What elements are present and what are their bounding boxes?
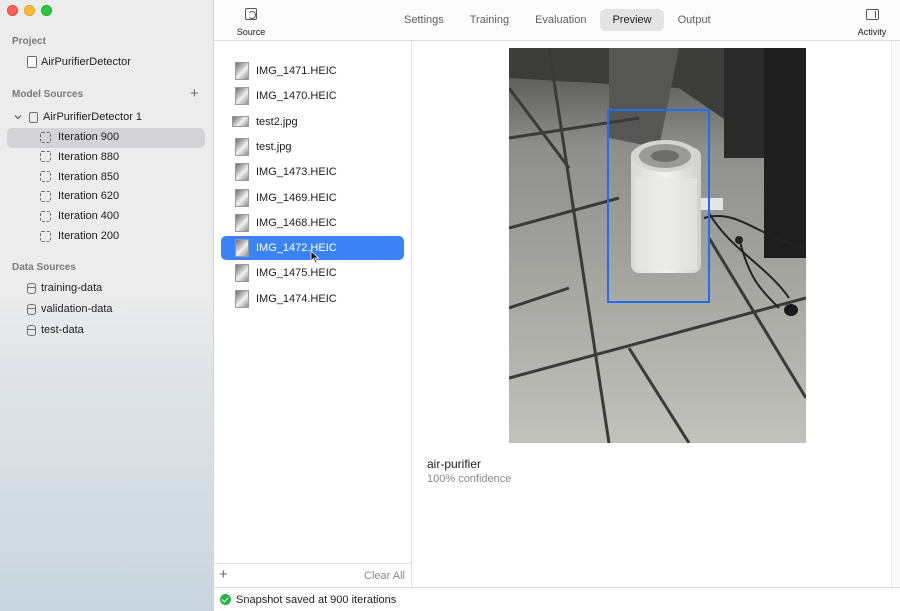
minimize-window-button[interactable] xyxy=(24,5,35,16)
image-thumbnail xyxy=(235,163,249,182)
project-name: AirPurifierDetector xyxy=(41,56,131,68)
iteration-snapshot-icon xyxy=(40,151,51,163)
image-thumbnail xyxy=(235,264,249,283)
mouse-pointer-icon xyxy=(310,250,320,264)
file-list-item[interactable]: IMG_1468.HEIC xyxy=(221,211,404,235)
database-icon xyxy=(26,282,37,294)
data-source-label: validation-data xyxy=(41,303,113,315)
close-window-button[interactable] xyxy=(7,5,18,16)
iteration-item[interactable]: Iteration 620 xyxy=(40,190,119,202)
preview-pane: air-purifier 100% confidence xyxy=(413,41,891,587)
data-source-label: training-data xyxy=(41,282,103,294)
file-list-item[interactable]: IMG_1474.HEIC xyxy=(221,287,404,311)
add-model-source-button[interactable]: + xyxy=(190,86,199,101)
tab-training[interactable]: Training xyxy=(458,9,521,31)
source-label: Source xyxy=(236,27,266,37)
status-message: Snapshot saved at 900 iterations xyxy=(236,593,397,606)
file-name: IMG_1474.HEIC xyxy=(256,292,337,305)
file-list-item[interactable]: IMG_1475.HEIC xyxy=(221,261,404,285)
detection-confidence: 100% confidence xyxy=(427,473,512,485)
tab-bar: Settings Training Evaluation Preview Output xyxy=(392,9,723,31)
iteration-item[interactable]: Iteration 880 xyxy=(40,151,119,163)
toolbar: Source Settings Training Evaluation Preview… xyxy=(214,0,900,41)
tab-evaluation[interactable]: Evaluation xyxy=(523,9,598,31)
file-name: IMG_1468.HEIC xyxy=(256,216,337,229)
data-source-label: test-data xyxy=(41,324,84,336)
file-name: test2.jpg xyxy=(256,115,298,128)
model-source-name: AirPurifierDetector 1 xyxy=(43,111,143,123)
image-thumbnail xyxy=(235,188,249,207)
data-source-item[interactable]: test-data xyxy=(26,324,84,336)
image-thumbnail xyxy=(232,116,249,128)
iteration-label: Iteration 850 xyxy=(58,170,120,183)
zoom-window-button[interactable] xyxy=(41,5,52,16)
file-list-item[interactable]: IMG_1471.HEIC xyxy=(221,59,404,83)
preview-scrollbar[interactable] xyxy=(891,41,900,587)
file-name: IMG_1471.HEIC xyxy=(256,65,337,77)
file-name: IMG_1472.HEIC xyxy=(256,242,337,255)
file-list-item[interactable]: IMG_1473.HEIC xyxy=(221,160,404,184)
iteration-label: Iteration 620 xyxy=(58,190,120,203)
detection-label: air-purifier xyxy=(427,457,482,471)
tab-preview[interactable]: Preview xyxy=(600,9,664,31)
source-toolbar-button[interactable]: Source xyxy=(232,6,270,37)
file-list-item[interactable]: IMG_1469.HEIC xyxy=(221,186,404,210)
file-name: IMG_1473.HEIC xyxy=(256,166,337,179)
project-document-icon xyxy=(26,56,37,68)
clear-all-button[interactable]: Clear All xyxy=(364,570,405,582)
iteration-label: Iteration 200 xyxy=(58,230,120,242)
status-bar: Snapshot saved at 900 iterations xyxy=(214,587,900,611)
database-icon xyxy=(26,303,37,315)
file-list-item[interactable]: test2.jpg xyxy=(221,110,404,134)
data-source-item[interactable]: training-data xyxy=(26,282,102,294)
image-thumbnail xyxy=(235,62,249,80)
database-icon xyxy=(26,324,37,336)
chevron-down-icon[interactable] xyxy=(14,113,22,121)
file-name: IMG_1470.HEIC xyxy=(256,90,337,103)
file-name: IMG_1475.HEIC xyxy=(256,267,337,280)
detection-bounding-box xyxy=(607,109,710,303)
project-section-title: Project xyxy=(12,36,46,47)
iteration-snapshot-icon xyxy=(40,190,51,202)
iteration-label: Iteration 400 xyxy=(58,210,120,223)
activity-label: Activity xyxy=(857,27,887,37)
image-thumbnail xyxy=(235,87,249,106)
model-sources-title: Model Sources xyxy=(12,89,84,100)
tab-output[interactable]: Output xyxy=(666,9,723,31)
file-name: test.jpg xyxy=(256,140,292,153)
iteration-label: Iteration 880 xyxy=(58,150,120,163)
model-source-icon xyxy=(28,111,39,123)
iteration-snapshot-icon xyxy=(40,171,51,183)
model-source-item[interactable]: AirPurifierDetector 1 xyxy=(14,111,142,123)
image-thumbnail xyxy=(235,213,249,232)
window-controls xyxy=(7,5,52,16)
image-thumbnail xyxy=(235,137,249,156)
file-list-footer: + Clear All xyxy=(214,563,412,587)
iteration-item[interactable]: Iteration 200 xyxy=(40,230,119,242)
sidebar: Project AirPurifierDetector Model Source… xyxy=(0,0,214,611)
iteration-item[interactable]: Iteration 900 xyxy=(40,131,119,143)
image-thumbnail xyxy=(235,289,249,308)
add-file-button[interactable]: + xyxy=(219,567,228,582)
tab-settings[interactable]: Settings xyxy=(392,9,456,31)
image-thumbnail xyxy=(235,239,249,258)
file-list: IMG_1471.HEIC IMG_1470.HEIC test2.jpg test.… xyxy=(214,41,412,587)
data-sources-title: Data Sources xyxy=(12,262,76,273)
checkmark-circle-icon xyxy=(220,594,231,605)
iteration-label: Iteration 900 xyxy=(58,131,120,143)
project-item[interactable]: AirPurifierDetector xyxy=(26,56,131,68)
iteration-item[interactable]: Iteration 850 xyxy=(40,171,119,183)
data-source-item[interactable]: validation-data xyxy=(26,303,113,315)
iteration-snapshot-icon xyxy=(40,210,51,222)
preview-image xyxy=(509,48,806,443)
file-list-item[interactable]: IMG_1470.HEIC xyxy=(221,84,404,108)
iteration-item[interactable]: Iteration 400 xyxy=(40,210,119,222)
file-list-item[interactable]: test.jpg xyxy=(221,135,404,159)
sidebar-panel-icon xyxy=(865,9,879,20)
activity-toolbar-button[interactable]: Activity xyxy=(854,6,890,37)
source-icon xyxy=(245,8,257,20)
iteration-snapshot-icon xyxy=(40,131,51,143)
file-name: IMG_1469.HEIC xyxy=(256,191,337,204)
iteration-snapshot-icon xyxy=(40,230,51,242)
